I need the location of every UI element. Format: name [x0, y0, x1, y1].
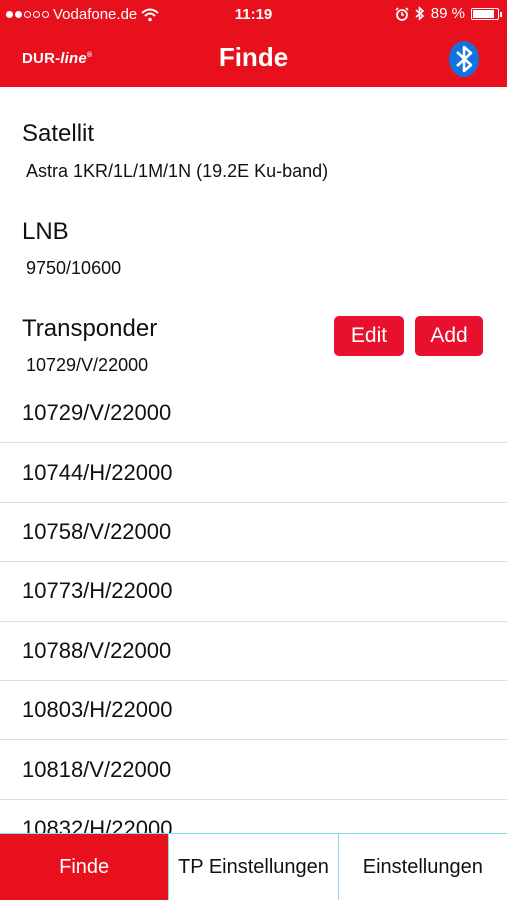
nav-bar: DUR-line® Finde: [0, 30, 507, 87]
lnb-value[interactable]: 9750/10600: [26, 258, 121, 279]
transponder-row[interactable]: 10803/H/22000: [0, 681, 507, 741]
transponder-title: Transponder: [22, 315, 158, 342]
finder-content: Satellit Astra 1KR/1L/1M/1N (19.2E Ku-ba…: [0, 87, 507, 833]
status-bar: Vodafone.de 11:19 89 %: [0, 0, 507, 30]
transponder-row[interactable]: 10832/H/22000: [0, 800, 507, 833]
tab-einstellungen[interactable]: Einstellungen: [337, 834, 507, 900]
transponder-row[interactable]: 10758/V/22000: [0, 503, 507, 563]
lnb-title: LNB: [22, 218, 69, 245]
tab-bar: Finde TP Einstellungen Einstellungen: [0, 833, 507, 900]
bluetooth-status-icon: [415, 6, 425, 21]
transponder-row[interactable]: 10818/V/22000: [0, 740, 507, 800]
transponder-row[interactable]: 10744/H/22000: [0, 443, 507, 503]
battery-icon: [471, 7, 502, 20]
add-button[interactable]: Add: [415, 316, 483, 356]
transponder-row[interactable]: 10773/H/22000: [0, 562, 507, 622]
status-right: 89 %: [395, 5, 502, 22]
page-title: Finde: [218, 42, 289, 72]
transponder-selected: 10729/V/22000: [26, 355, 149, 375]
tab-finde[interactable]: Finde: [0, 834, 169, 900]
transponder-row[interactable]: 10729/V/22000: [0, 384, 507, 444]
tab-tp-einstellungen[interactable]: TP Einstellungen: [168, 834, 338, 900]
edit-button[interactable]: Edit: [334, 316, 404, 356]
transponder-row[interactable]: 10788/V/22000: [0, 622, 507, 681]
battery-percent: 89 %: [430, 5, 465, 22]
transponder-list: 10729/V/22000 10744/H/22000 10758/V/2200…: [0, 384, 507, 833]
bluetooth-icon[interactable]: [447, 40, 481, 78]
satellite-title: Satellit: [22, 120, 95, 147]
satellite-value[interactable]: Astra 1KR/1L/1M/1N (19.2E Ku-band): [26, 161, 328, 182]
alarm-icon: [395, 6, 409, 21]
